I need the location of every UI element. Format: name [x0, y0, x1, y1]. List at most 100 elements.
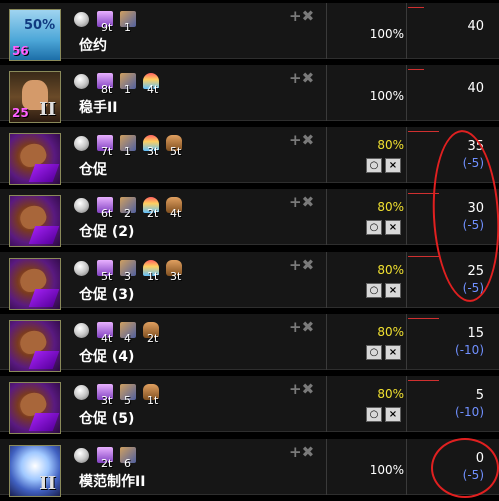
- condition-star: 2t: [97, 441, 115, 471]
- durability-progress-bar: [408, 256, 439, 257]
- add-remove-button[interactable]: +✖: [289, 69, 314, 87]
- column-divider: [326, 189, 327, 245]
- success-toggle-button[interactable]: ○: [366, 407, 382, 422]
- success-toggle-button[interactable]: ○: [366, 158, 382, 173]
- condition-cube: 1: [120, 129, 138, 159]
- condition-turns: 2t: [147, 207, 159, 220]
- condition-turns: 4t: [170, 207, 182, 220]
- thrift-percent-label: 50%: [24, 18, 56, 33]
- success-probability: 80%: [377, 200, 404, 214]
- column-divider: [326, 439, 327, 495]
- fail-toggle-button[interactable]: ×: [385, 220, 401, 235]
- durability-delta: (-10): [455, 405, 484, 419]
- skill-name: 模范制作II: [79, 474, 146, 490]
- column-divider: [326, 65, 327, 121]
- durability-value: 30: [467, 201, 484, 216]
- condition-turns: 5: [124, 394, 131, 407]
- condition-star: 5t: [97, 254, 115, 284]
- orb-icon: [74, 12, 89, 27]
- hand-skill-icon[interactable]: [9, 133, 61, 185]
- fail-toggle-button[interactable]: ×: [385, 345, 401, 360]
- condition-turns: 3: [124, 270, 131, 283]
- add-remove-button[interactable]: +✖: [289, 318, 314, 336]
- condition-turns: 1: [124, 21, 131, 34]
- orb-icon: [74, 136, 89, 151]
- hand-skill-icon[interactable]: [9, 320, 61, 372]
- fail-toggle-button[interactable]: ×: [385, 283, 401, 298]
- action-row: 3t 5 1t 仓促 (5) +✖ 80% ○ × 5 (-10): [0, 376, 499, 434]
- column-divider: [406, 314, 407, 370]
- condition-turns: 2t: [147, 332, 159, 345]
- orb-icon: [74, 448, 89, 463]
- condition-star: 4t: [97, 316, 115, 346]
- condition-orb: [74, 441, 92, 471]
- condition-star: 6t: [97, 191, 115, 221]
- action-row: 50% 56 9t 1 俭约 +✖ 100% 40: [0, 3, 499, 61]
- durability-progress-bar: [408, 131, 439, 132]
- condition-turns: 1: [124, 145, 131, 158]
- condition-rainbow: 1t: [143, 254, 161, 284]
- action-row: 4t 4 2t 仓促 (4) +✖ 80% ○ × 15 (-10): [0, 314, 499, 372]
- durability-delta: (-5): [462, 156, 484, 170]
- column-divider: [406, 439, 407, 495]
- durability-delta: (-5): [462, 281, 484, 295]
- durability-delta: (-5): [462, 468, 484, 482]
- column-divider: [406, 252, 407, 308]
- condition-cube: 3: [120, 254, 138, 284]
- skill-name: 仓促: [79, 162, 107, 178]
- durability-value: 15: [467, 326, 484, 341]
- condition-orb: [74, 67, 92, 97]
- skill-level-numeral: II: [39, 99, 56, 120]
- model-skill-icon[interactable]: II: [9, 445, 61, 497]
- add-remove-button[interactable]: +✖: [289, 443, 314, 461]
- action-row: 6t 2 2t 4t 仓促 (2) +✖ 80% ○ × 30 (-5): [0, 189, 499, 247]
- add-remove-button[interactable]: +✖: [289, 7, 314, 25]
- orb-icon: [74, 74, 89, 89]
- orb-icon: [74, 385, 89, 400]
- condition-orb: [74, 254, 92, 284]
- condition-turns: 5t: [170, 145, 182, 158]
- success-toggle-button[interactable]: ○: [366, 345, 382, 360]
- durability-value: 5: [475, 388, 484, 403]
- condition-turns: 3t: [170, 270, 182, 283]
- success-toggle-button[interactable]: ○: [366, 283, 382, 298]
- orb-icon: [74, 198, 89, 213]
- fail-toggle-button[interactable]: ×: [385, 407, 401, 422]
- success-toggle-button[interactable]: ○: [366, 220, 382, 235]
- column-divider: [326, 127, 327, 183]
- fail-toggle-button[interactable]: ×: [385, 158, 401, 173]
- success-probability: 80%: [377, 138, 404, 152]
- condition-turns: 5t: [101, 270, 113, 283]
- add-remove-button[interactable]: +✖: [289, 193, 314, 211]
- condition-palm: 4t: [166, 191, 184, 221]
- durability-value: 35: [467, 139, 484, 154]
- action-row: II 2t 6 模范制作II +✖ 100% 0 (-5): [0, 439, 499, 497]
- action-row: 7t 1 3t 5t 仓促 +✖ 80% ○ × 35 (-5): [0, 127, 499, 185]
- condition-star: 8t: [97, 67, 115, 97]
- durability-progress-bar: [408, 7, 424, 8]
- durability-value: 40: [467, 19, 484, 34]
- skill-name: 稳手II: [79, 100, 118, 116]
- success-probability: 80%: [377, 263, 404, 277]
- skill-name: 仓促 (3): [79, 287, 135, 303]
- column-divider: [406, 65, 407, 121]
- add-remove-button[interactable]: +✖: [289, 380, 314, 398]
- condition-cube: 2: [120, 191, 138, 221]
- add-remove-button[interactable]: +✖: [289, 256, 314, 274]
- durability-progress-bar: [408, 318, 439, 319]
- durability-progress-bar: [408, 193, 439, 194]
- condition-rainbow: 2t: [143, 191, 161, 221]
- condition-cube: 5: [120, 378, 138, 408]
- crafting-macro-list: 50% 56 9t 1 俭约 +✖ 100% 40 II 25 8t 1 4t 稳手II +✖ 100% 40 7…: [0, 0, 499, 501]
- add-remove-button[interactable]: +✖: [289, 131, 314, 149]
- durability-progress-bar: [408, 380, 439, 381]
- condition-cube: 6: [120, 441, 138, 471]
- condition-turns: 8t: [101, 83, 113, 96]
- hand-skill-icon[interactable]: [9, 382, 61, 434]
- steady-skill-icon[interactable]: II 25: [9, 71, 61, 123]
- hand-skill-icon[interactable]: [9, 195, 61, 247]
- action-row: 5t 3 1t 3t 仓促 (3) +✖ 80% ○ × 25 (-5): [0, 252, 499, 310]
- hand-skill-icon[interactable]: [9, 258, 61, 310]
- thrift-skill-icon[interactable]: 50% 56: [9, 9, 61, 61]
- success-probability: 100%: [369, 89, 404, 103]
